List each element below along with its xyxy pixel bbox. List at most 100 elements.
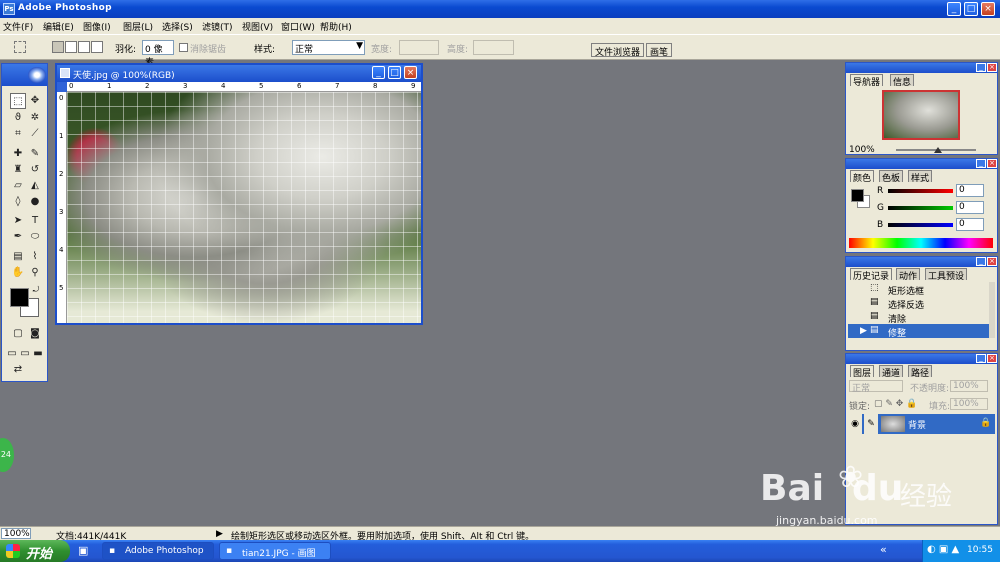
zoom-slider-handle[interactable] bbox=[934, 147, 942, 153]
feather-input[interactable]: 0 像素 bbox=[142, 40, 174, 68]
tab-history[interactable]: 历史记录 bbox=[850, 268, 893, 282]
history-scrollbar[interactable] bbox=[989, 282, 995, 338]
tab-swatches[interactable]: 色板 bbox=[879, 170, 904, 184]
navigator-zoom[interactable]: 100% bbox=[849, 145, 875, 155]
panel-minimize-button[interactable]: _ bbox=[976, 63, 986, 72]
panel-close-button[interactable]: × bbox=[987, 257, 997, 266]
history-item[interactable]: ⬚ 矩形选框 bbox=[848, 282, 995, 297]
channel-r-slider[interactable] bbox=[888, 189, 953, 193]
history-item-selected[interactable]: ▶ ▤ 修整 bbox=[848, 324, 995, 339]
zoom-tool-icon[interactable]: ⚲ bbox=[27, 265, 43, 281]
minimize-button[interactable]: _ bbox=[947, 2, 961, 16]
eraser-tool-icon[interactable]: ▱ bbox=[10, 178, 26, 194]
tab-paths[interactable]: 路径 bbox=[908, 365, 933, 379]
type-tool-icon[interactable]: T bbox=[27, 213, 43, 229]
history-brush-tool-icon[interactable]: ↺ bbox=[27, 162, 43, 178]
swap-colors-icon[interactable]: ⤾ bbox=[31, 285, 41, 295]
panel-close-button[interactable]: × bbox=[987, 354, 997, 363]
panel-minimize-button[interactable]: _ bbox=[976, 354, 986, 363]
channel-b-slider[interactable] bbox=[888, 223, 953, 227]
screen-mode-full-icon[interactable]: ▬ bbox=[32, 346, 44, 362]
height-input[interactable] bbox=[473, 40, 514, 55]
channel-r-input[interactable]: 0 bbox=[956, 184, 984, 197]
blend-mode-select[interactable]: 正常 bbox=[849, 380, 903, 394]
crop-tool-icon[interactable]: ⌗ bbox=[10, 126, 26, 142]
menu-help[interactable]: 帮助(H) bbox=[320, 20, 352, 33]
side-float-badge[interactable]: 24 bbox=[0, 438, 14, 472]
slice-tool-icon[interactable]: ⟋ bbox=[27, 126, 43, 142]
start-button[interactable]: 开始 bbox=[0, 540, 70, 562]
path-select-tool-icon[interactable]: ➤ bbox=[10, 213, 26, 229]
doc-maximize-button[interactable]: □ bbox=[388, 66, 401, 79]
brush-tool-icon[interactable]: ✎ bbox=[27, 146, 43, 162]
tab-channels[interactable]: 通道 bbox=[879, 365, 904, 379]
magic-wand-tool-icon[interactable]: ✲ bbox=[27, 110, 43, 126]
panel-minimize-button[interactable]: _ bbox=[976, 257, 986, 266]
menu-file[interactable]: 文件(F) bbox=[3, 20, 33, 33]
menu-select[interactable]: 选择(S) bbox=[162, 20, 193, 33]
tab-styles[interactable]: 样式 bbox=[908, 170, 933, 184]
tray-icons[interactable]: ◐ ▣ ▲ bbox=[927, 544, 959, 555]
panel-close-button[interactable]: × bbox=[987, 63, 997, 72]
color-spectrum-bar[interactable] bbox=[849, 238, 993, 248]
layer-row-background[interactable]: ◉ ✎ 背景 🔒 bbox=[848, 414, 995, 434]
menu-window[interactable]: 窗口(W) bbox=[281, 20, 315, 33]
panel-close-button[interactable]: × bbox=[987, 159, 997, 168]
eyedropper-tool-icon[interactable]: ⌇ bbox=[27, 249, 43, 265]
menu-image[interactable]: 图像(I) bbox=[83, 20, 111, 33]
status-arrow-icon[interactable]: ▶ bbox=[216, 529, 223, 539]
history-item[interactable]: ▤ 清除 bbox=[848, 310, 995, 325]
notes-tool-icon[interactable]: ▤ bbox=[10, 249, 26, 265]
subtract-selection-icon[interactable] bbox=[78, 41, 90, 53]
image-canvas[interactable] bbox=[67, 92, 421, 323]
clone-stamp-tool-icon[interactable]: ♜ bbox=[10, 162, 26, 178]
channel-g-input[interactable]: 0 bbox=[956, 201, 984, 214]
move-tool-icon[interactable]: ✥ bbox=[27, 93, 43, 109]
marquee-preset-icon[interactable] bbox=[14, 41, 26, 53]
tab-navigator[interactable]: 导航器 bbox=[850, 74, 884, 88]
channel-g-slider[interactable] bbox=[888, 206, 953, 210]
tab-file-browser[interactable]: 文件浏览器 bbox=[591, 43, 645, 58]
menu-layer[interactable]: 图层(L) bbox=[123, 20, 153, 33]
layer-visibility-eye-icon[interactable]: ◉ bbox=[848, 414, 862, 434]
doc-minimize-button[interactable]: _ bbox=[372, 66, 385, 79]
menu-edit[interactable]: 编辑(E) bbox=[43, 20, 74, 33]
tab-color[interactable]: 颜色 bbox=[850, 170, 875, 184]
maximize-button[interactable]: □ bbox=[964, 2, 978, 16]
standard-mode-icon[interactable]: ▢ bbox=[10, 326, 26, 342]
tab-actions[interactable]: 动作 bbox=[896, 268, 921, 282]
tray-expand-icon[interactable]: « bbox=[880, 543, 887, 556]
history-item[interactable]: ▤ 选择反选 bbox=[848, 296, 995, 311]
tab-brushes[interactable]: 画笔 bbox=[646, 43, 673, 58]
paint-bucket-tool-icon[interactable]: ◭ bbox=[27, 178, 43, 194]
close-button[interactable]: × bbox=[981, 2, 995, 16]
quick-mask-icon[interactable]: ◙ bbox=[27, 326, 43, 342]
screen-mode-standard-icon[interactable]: ▭ bbox=[6, 346, 18, 362]
doc-close-button[interactable]: × bbox=[404, 66, 417, 79]
intersect-selection-icon[interactable] bbox=[91, 41, 103, 53]
new-selection-icon[interactable] bbox=[52, 41, 64, 53]
healing-brush-tool-icon[interactable]: ✚ bbox=[10, 146, 26, 162]
hand-tool-icon[interactable]: ✋ bbox=[10, 265, 26, 281]
style-select[interactable]: 正常 ▼ bbox=[292, 40, 365, 55]
fill-input[interactable]: 100% bbox=[950, 398, 988, 410]
taskbar-item-paint[interactable]: ▪ tian21.JPG - 画图 bbox=[219, 542, 331, 560]
navigator-thumbnail[interactable] bbox=[882, 90, 960, 140]
dodge-tool-icon[interactable]: ● bbox=[27, 194, 43, 210]
menu-view[interactable]: 视图(V) bbox=[242, 20, 273, 33]
lock-icons[interactable]: ▢ ✎ ✥ 🔒 bbox=[874, 399, 917, 409]
pen-tool-icon[interactable]: ✒ bbox=[10, 229, 26, 245]
width-input[interactable] bbox=[399, 40, 439, 55]
show-desktop-icon[interactable]: ▣ bbox=[78, 544, 88, 557]
screen-mode-full-menu-icon[interactable]: ▭ bbox=[19, 346, 31, 362]
rect-marquee-tool-icon[interactable]: ⬚ bbox=[10, 93, 26, 109]
menu-filter[interactable]: 滤镜(T) bbox=[202, 20, 233, 33]
tab-tool-presets[interactable]: 工具预设 bbox=[925, 268, 968, 282]
jump-to-imageready-icon[interactable]: ⇄ bbox=[10, 362, 26, 378]
lasso-tool-icon[interactable]: ϑ bbox=[10, 110, 26, 126]
add-selection-icon[interactable] bbox=[65, 41, 77, 53]
document-title-bar[interactable]: 天使.jpg @ 100%(RGB) _ □ × bbox=[57, 65, 421, 82]
status-zoom-input[interactable]: 100% bbox=[1, 528, 31, 539]
opacity-input[interactable]: 100% bbox=[950, 380, 988, 392]
tab-layers[interactable]: 图层 bbox=[850, 365, 875, 379]
